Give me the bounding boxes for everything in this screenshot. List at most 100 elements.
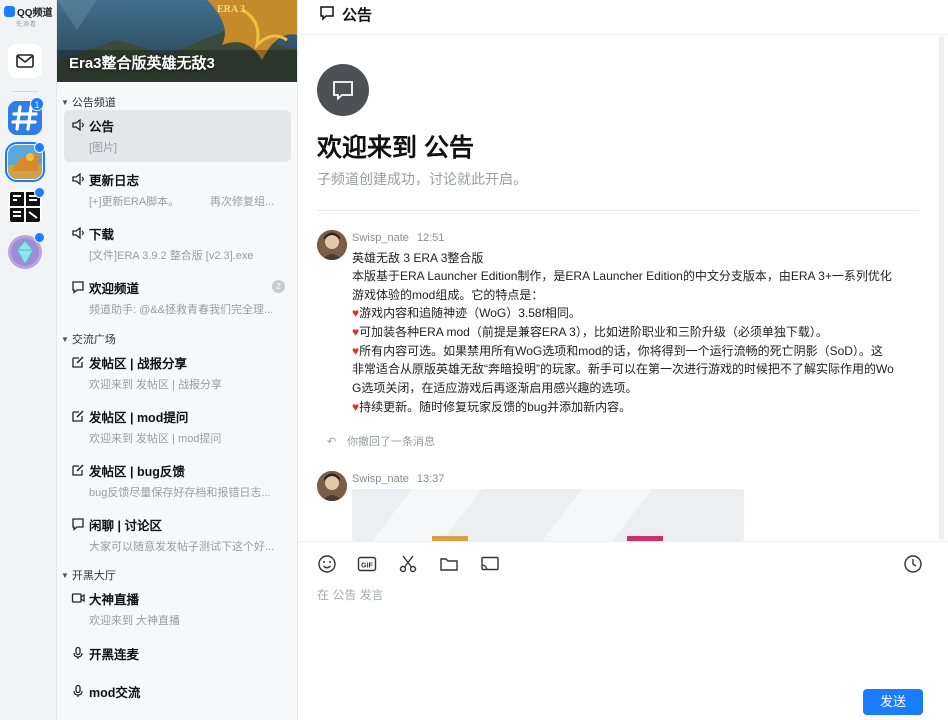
speaker-icon bbox=[72, 226, 85, 240]
channel-name: 闲聊 | 讨论区 bbox=[89, 519, 162, 533]
channel-update-log[interactable]: 更新日志 [+]更新ERA脚本。 再次修复组... bbox=[64, 164, 291, 216]
channel-post-reports[interactable]: 发帖区 | 战报分享 欢迎来到 发帖区 | 战报分享 bbox=[64, 347, 291, 399]
send-button[interactable]: 发送 bbox=[863, 689, 923, 715]
channel-name: 开黑连麦 bbox=[89, 648, 140, 662]
logo-subtext: 先测看 bbox=[16, 22, 38, 28]
message-time: 12:51 bbox=[416, 232, 445, 244]
channel-preview: bug反馈尽量保存好存档和报错日志... bbox=[89, 487, 271, 499]
channel-name: 发帖区 | mod提问 bbox=[89, 411, 189, 425]
message-line: 本版基于ERA Launcher Edition制作，是ERA Launcher… bbox=[352, 269, 892, 283]
logo-text: QQ频道 bbox=[17, 8, 53, 19]
category-label: 开黑大厅 bbox=[71, 570, 116, 582]
welcome-heading: 欢迎来到 公告 bbox=[317, 134, 474, 162]
rail-divider bbox=[12, 91, 38, 92]
chat-bubble-icon bbox=[320, 6, 334, 21]
chat-bubble-icon bbox=[333, 81, 353, 101]
guild-1-unread-badge: 1 bbox=[30, 97, 44, 111]
banner-art-text: ERA 3 bbox=[217, 4, 246, 15]
channel-name: 发帖区 | 战报分享 bbox=[89, 357, 187, 371]
message-author[interactable]: Swisp_nate bbox=[352, 473, 409, 485]
channel-post-mod-questions[interactable]: 发帖区 | mod提问 欢迎来到 发帖区 | mod提问 bbox=[64, 401, 291, 453]
channel-unread-count: 2 bbox=[272, 280, 285, 293]
category-label: 交流广场 bbox=[71, 334, 116, 346]
channel-big-icon bbox=[317, 64, 369, 116]
welcome-subtitle: 子频道创建成功，讨论就此开启。 bbox=[317, 171, 527, 187]
guild-mceb-dot bbox=[34, 187, 45, 198]
channel-preview: [图片] bbox=[89, 142, 118, 154]
message-author[interactable]: Swisp_nate bbox=[352, 232, 409, 244]
channel-name: 大神直播 bbox=[89, 593, 140, 607]
avatar[interactable] bbox=[317, 230, 347, 260]
channel-name: mod交流 bbox=[89, 686, 141, 700]
channel-preview: 大家可以随意发发帖子测试下这个好... bbox=[89, 541, 275, 553]
channel-preview: [文件]ERA 3.9.2 整合版 [v2.3].exe bbox=[89, 250, 254, 262]
channel-name: 欢迎频道 bbox=[89, 282, 140, 296]
edit-post-icon bbox=[72, 410, 84, 422]
guild-rail: QQ频道 先测看 1 bbox=[0, 0, 57, 720]
user-avatar-image bbox=[317, 471, 347, 501]
channel-voice-party[interactable]: 开黑连麦 bbox=[64, 638, 291, 672]
emoji-icon[interactable] bbox=[317, 554, 337, 574]
category-exchange[interactable]: ▼ 交流广场 bbox=[61, 331, 116, 347]
channel-download[interactable]: 下载 [文件]ERA 3.9.2 整合版 [v2.3].exe bbox=[64, 218, 291, 270]
chevron-down-icon: ▼ bbox=[61, 97, 69, 107]
channel-preview: 频道助手: @&&拯救青春我们完全理... bbox=[89, 304, 274, 316]
screen-share-icon[interactable] bbox=[480, 554, 500, 574]
channel-mod-voice[interactable]: mod交流 bbox=[64, 676, 291, 710]
message-line: ♥可加装各种ERA mod（前提是兼容ERA 3），比如进阶职业和三阶升级（必须… bbox=[352, 323, 828, 340]
channel-welcome[interactable]: 欢迎频道 2 频道助手: @&&拯救青春我们完全理... bbox=[64, 272, 291, 324]
microphone-icon bbox=[73, 684, 83, 697]
channel-header: 公告 bbox=[299, 0, 948, 35]
user-avatar-image bbox=[317, 230, 347, 260]
message-input[interactable]: 在 公告 发言 bbox=[317, 586, 384, 603]
recall-text: 你撤回了一条消息 bbox=[347, 436, 435, 448]
channel-live-stream[interactable]: 大神直播 欢迎来到 大神直播 bbox=[64, 583, 291, 635]
message-header: Swisp_nate 12:51 bbox=[352, 232, 444, 244]
category-label: 公告频道 bbox=[71, 97, 116, 109]
message-line-text: 可加装各种ERA mod（前提是兼容ERA 3），比如进阶职业和三阶升级（必须单… bbox=[359, 325, 828, 339]
gif-icon[interactable]: GIF bbox=[357, 554, 377, 574]
speaker-icon bbox=[72, 172, 85, 186]
avatar[interactable] bbox=[317, 471, 347, 501]
server-name: Era3整合版英雄无敌3 bbox=[69, 55, 215, 72]
folder-icon[interactable] bbox=[439, 554, 459, 574]
server-banner[interactable]: ERA 3 Era3整合版英雄无敌3 bbox=[57, 0, 297, 82]
history-clock-icon[interactable] bbox=[903, 554, 923, 574]
recall-notice: ↶ 你撤回了一条消息 bbox=[327, 433, 435, 449]
edit-post-icon bbox=[72, 464, 84, 476]
message-time: 13:37 bbox=[416, 473, 445, 485]
message-line-text: 持续更新。随时修复玩家反馈的bug并添加新内容。 bbox=[359, 400, 632, 414]
channel-preview: [+]更新ERA脚本。 bbox=[89, 196, 180, 208]
channel-sidebar: ERA 3 Era3整合版英雄无敌3 ▼ 公告频道 公告 [图片] 更新日志 [+… bbox=[57, 0, 298, 720]
category-party-hall[interactable]: ▼ 开黑大厅 bbox=[61, 567, 116, 583]
mail-icon bbox=[16, 54, 34, 68]
message-line: ♥所有内容可选。如果禁用所有WoG选项和mod的话，你将得到一个运行流畅的死亡阴… bbox=[352, 342, 883, 359]
channel-announcement[interactable]: 公告 [图片] bbox=[64, 110, 291, 162]
message-line-text: 游戏内容和追随神迹（WoG）3.58f相同。 bbox=[359, 306, 581, 320]
qq-channel-logo: QQ频道 先测看 bbox=[4, 4, 54, 28]
channel-chat-discussion[interactable]: 闲聊 | 讨论区 大家可以随意发发帖子测试下这个好... bbox=[64, 509, 291, 561]
guild-crystal-dot bbox=[34, 232, 45, 243]
message-line: 非常适合从原版英雄无敌“奔暗投明”的玩家。新手可以在第一次进行游戏的时候把不了解… bbox=[352, 362, 894, 376]
chevron-down-icon: ▼ bbox=[61, 334, 69, 344]
category-announcements[interactable]: ▼ 公告频道 bbox=[61, 94, 116, 110]
recall-icon: ↶ bbox=[327, 436, 337, 448]
message-composer: GIF 在 公告 发言 发送 bbox=[299, 541, 948, 720]
image-preview bbox=[352, 489, 744, 541]
message-line: 英雄无敌 3 ERA 3整合版 bbox=[352, 251, 484, 265]
direct-messages-button[interactable] bbox=[8, 44, 42, 78]
microphone-icon bbox=[73, 646, 83, 659]
speaker-icon bbox=[72, 118, 85, 132]
guild-era3-dot bbox=[34, 142, 45, 153]
chat-bubble-icon bbox=[72, 281, 84, 294]
message-scrollbar[interactable] bbox=[939, 36, 944, 540]
scissors-icon[interactable] bbox=[398, 554, 418, 574]
channel-preview: 欢迎来到 大神直播 bbox=[89, 615, 181, 627]
message-image[interactable] bbox=[352, 489, 744, 541]
channel-post-bug-feedback[interactable]: 发帖区 | bug反馈 bug反馈尽量保存好存档和报错日志... bbox=[64, 455, 291, 507]
edit-post-icon bbox=[72, 356, 84, 368]
svg-text:GIF: GIF bbox=[361, 563, 373, 570]
message-line-text: 所有内容可选。如果禁用所有WoG选项和mod的话，你将得到一个运行流畅的死亡阴影… bbox=[359, 344, 883, 358]
chat-panel: 公告 欢迎来到 公告 子频道创建成功，讨论就此开启。 Swisp_nate 12:… bbox=[299, 0, 948, 720]
channel-preview-extra: 再次修复组... bbox=[210, 196, 275, 208]
